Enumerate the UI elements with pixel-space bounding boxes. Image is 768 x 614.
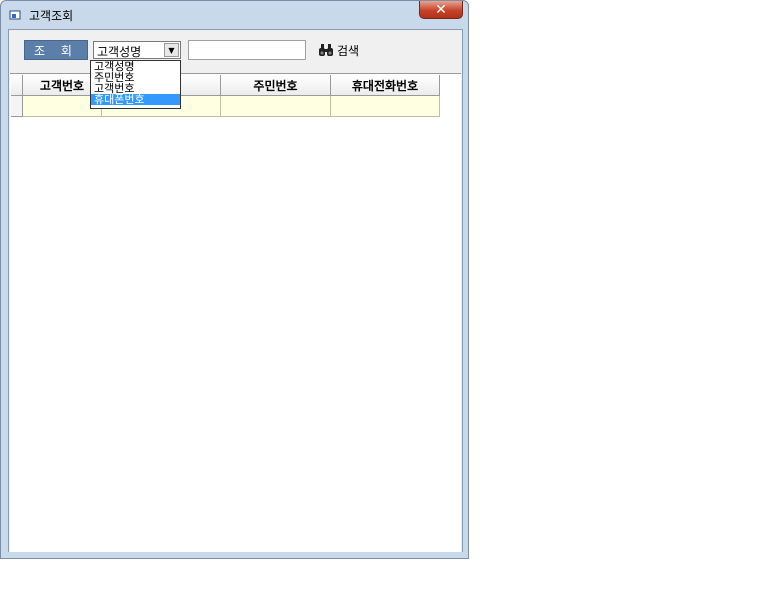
column-header-resident-number[interactable]: 주민번호 bbox=[221, 75, 331, 96]
row-selector-header bbox=[11, 75, 23, 96]
query-button[interactable]: 조 회 bbox=[24, 40, 88, 60]
search-field-selected: 고객성명 bbox=[97, 45, 142, 59]
search-button-label: 검색 bbox=[337, 43, 360, 58]
close-button[interactable]: ✕ bbox=[419, 1, 463, 19]
app-icon bbox=[9, 10, 21, 20]
search-field-combobox[interactable]: 고객성명 ▼ bbox=[93, 41, 181, 59]
binoculars-icon bbox=[319, 44, 333, 56]
table-cell[interactable] bbox=[331, 96, 440, 117]
customer-lookup-window: 고객조회 ✕ 조 회 고객성명 ▼ 검색 고객번호 주민번호 휴대전화번호 bbox=[0, 0, 469, 559]
column-header-mobile-number[interactable]: 휴대전화번호 bbox=[331, 75, 440, 96]
search-button[interactable]: 검색 bbox=[318, 41, 359, 59]
title-bar[interactable]: 고객조회 ✕ bbox=[1, 1, 468, 29]
window-bottom-frame bbox=[1, 552, 468, 558]
grid-header: 고객번호 주민번호 휴대전화번호 bbox=[11, 75, 440, 96]
chevron-down-icon[interactable]: ▼ bbox=[164, 43, 179, 57]
table-row[interactable] bbox=[11, 96, 440, 117]
dropdown-option-highlighted[interactable]: 휴대폰번호 bbox=[91, 94, 180, 105]
search-input[interactable] bbox=[188, 40, 306, 60]
client-area: 조 회 고객성명 ▼ 검색 고객번호 주민번호 휴대전화번호 bbox=[8, 29, 463, 554]
table-cell[interactable] bbox=[221, 96, 331, 117]
close-icon: ✕ bbox=[435, 1, 447, 18]
search-field-dropdown-list[interactable]: 고객성명 주민번호 고객번호 휴대폰번호 bbox=[90, 60, 181, 109]
row-selector[interactable] bbox=[11, 96, 23, 117]
customer-grid[interactable]: 고객번호 주민번호 휴대전화번호 bbox=[10, 73, 461, 552]
window-title: 고객조회 bbox=[29, 9, 74, 23]
